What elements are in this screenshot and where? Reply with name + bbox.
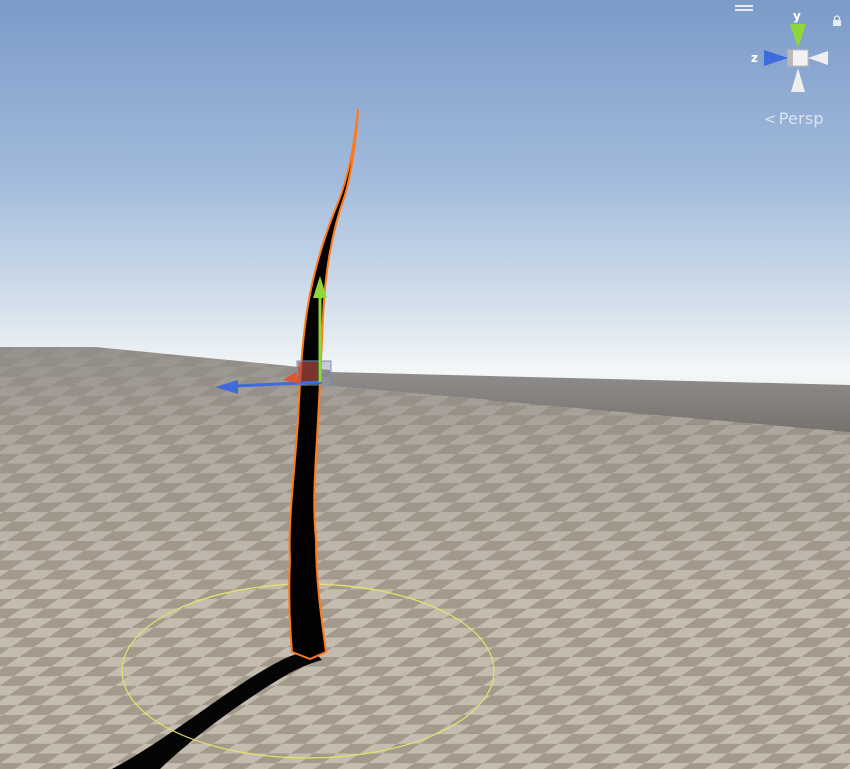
hamburger-menu-icon[interactable] xyxy=(735,5,755,13)
skybox xyxy=(0,0,850,400)
projection-label: Persp xyxy=(778,109,824,128)
gizmo-z-axis-label: z xyxy=(751,51,758,65)
scene-canvas[interactable] xyxy=(0,0,850,769)
scene-view-viewport[interactable]: y z < Persp xyxy=(0,0,850,769)
lock-icon[interactable] xyxy=(832,15,842,27)
gizmo-y-axis-label: y xyxy=(793,9,801,23)
projection-toggle-button[interactable]: < Persp xyxy=(764,109,824,128)
move-gizmo-xz-plane[interactable] xyxy=(298,362,318,384)
perspective-chevron-icon: < xyxy=(764,110,777,128)
